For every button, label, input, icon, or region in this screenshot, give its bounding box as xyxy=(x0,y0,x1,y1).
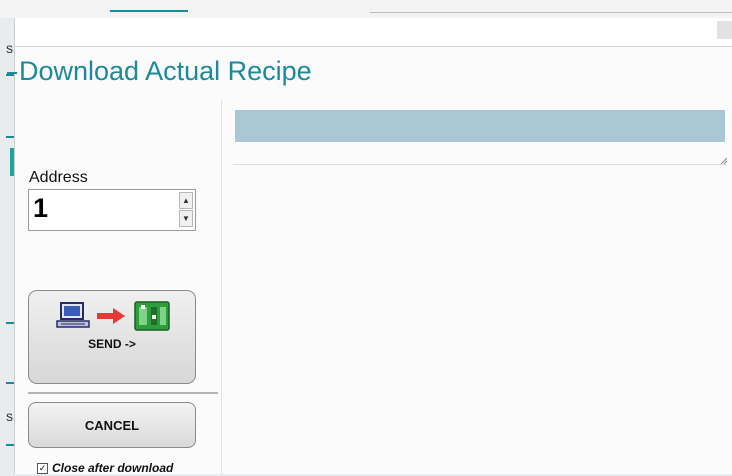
recipe-output-panel xyxy=(233,110,727,474)
close-after-download-checkbox[interactable]: ✓ xyxy=(37,462,48,474)
address-value[interactable]: 1 xyxy=(33,193,48,224)
device-icon xyxy=(134,301,170,331)
address-spinbox[interactable]: 1 ▲ ▼ xyxy=(28,189,196,231)
send-button[interactable]: SEND -> xyxy=(28,290,196,384)
computer-icon xyxy=(56,302,90,328)
spin-down-icon[interactable]: ▼ xyxy=(179,210,193,227)
address-spinner: ▲ ▼ xyxy=(179,192,193,228)
left-panel-divider xyxy=(28,392,218,394)
cancel-button[interactable]: CANCEL xyxy=(28,402,196,448)
close-after-download-label: Close after download xyxy=(52,461,174,475)
send-icons xyxy=(56,301,170,331)
background-divider xyxy=(370,12,732,13)
window-close-button[interactable] xyxy=(717,21,732,39)
send-button-label: SEND -> xyxy=(88,337,136,351)
arrow-right-icon xyxy=(97,308,125,324)
cancel-button-label: CANCEL xyxy=(84,418,140,433)
address-label: Address xyxy=(29,169,88,186)
recipe-text-area[interactable] xyxy=(233,146,727,165)
spin-up-icon[interactable]: ▲ xyxy=(179,192,193,209)
background-tab xyxy=(110,0,188,12)
recipe-header-bar xyxy=(235,110,725,142)
download-recipe-dialog: Download Actual Recipe Address 1 ▲ ▼ SEN… xyxy=(7,18,732,475)
background-letter: s xyxy=(6,40,13,56)
resize-grip-icon[interactable] xyxy=(719,156,727,164)
dialog-titlebar xyxy=(15,18,732,47)
dialog-title: Download Actual Recipe xyxy=(19,56,312,86)
checkmark-icon: ✓ xyxy=(38,462,47,473)
background-letter: s xyxy=(6,408,13,424)
title-accent-dash xyxy=(7,72,17,74)
